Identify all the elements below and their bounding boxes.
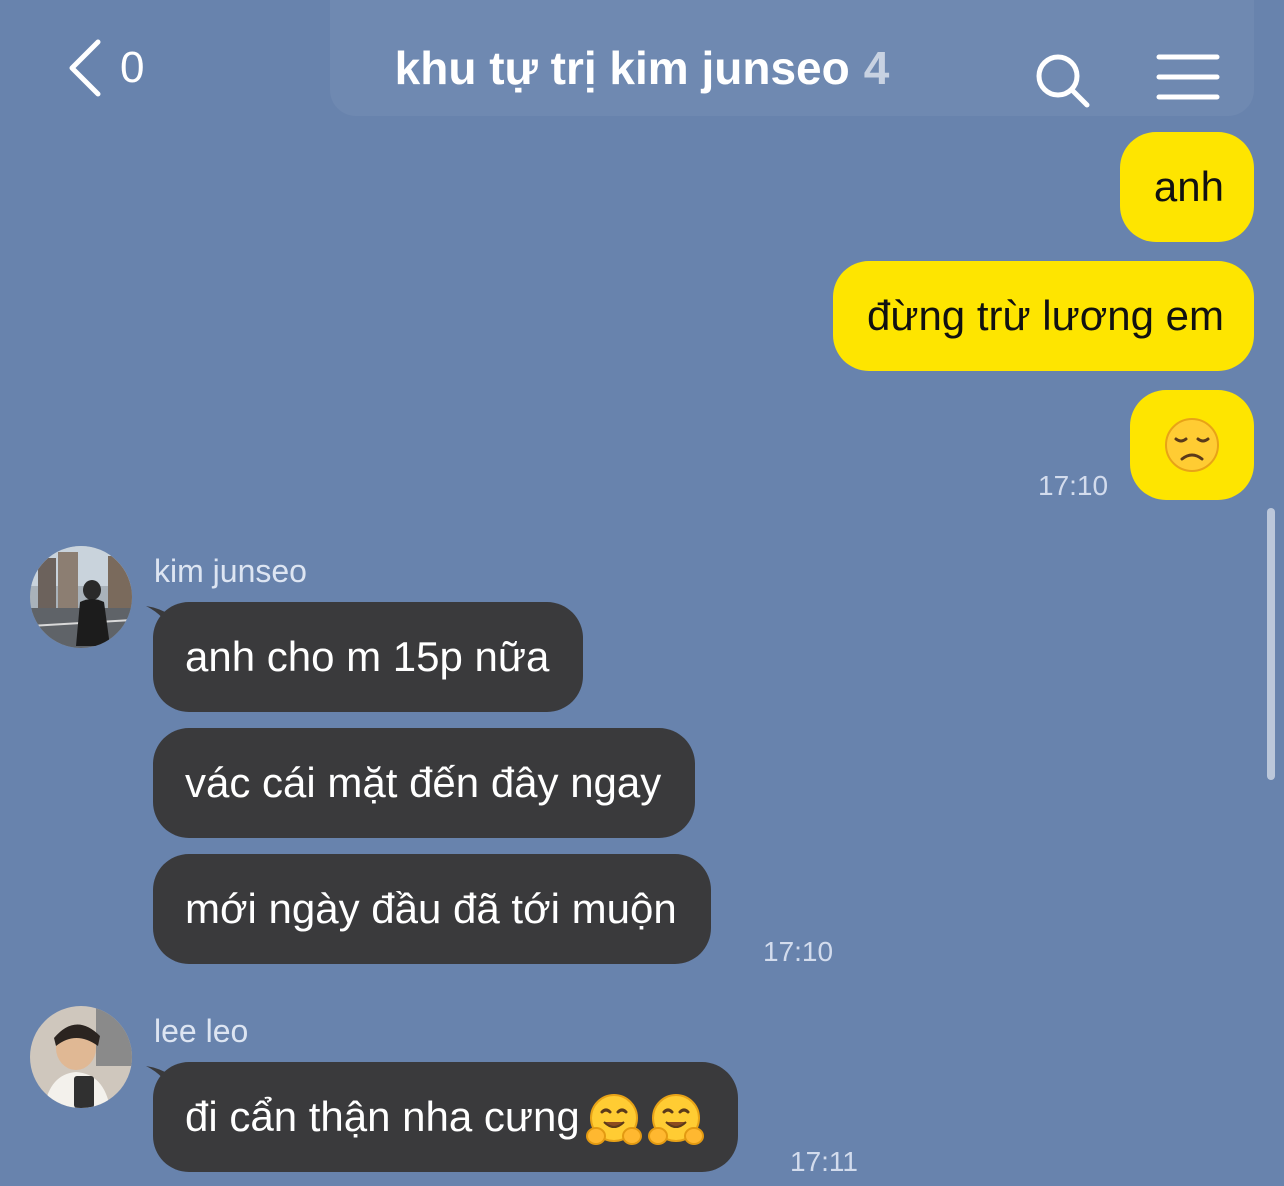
search-icon[interactable]: [1032, 50, 1092, 110]
incoming-message[interactable]: anh cho m 15p nữa: [153, 602, 584, 712]
avatar[interactable]: [30, 546, 132, 648]
disappointed-face-emoji: [1165, 418, 1219, 472]
avatar[interactable]: [30, 1006, 132, 1108]
member-count: 4: [863, 42, 890, 94]
back-button[interactable]: 0: [66, 38, 156, 98]
outgoing-message[interactable]: đừng trừ lương em: [832, 261, 1254, 371]
sender-name: kim junseo: [154, 553, 307, 589]
hugging-face-emoji: [647, 1093, 704, 1145]
incoming-message[interactable]: mới ngày đầu đã tới muộn: [153, 854, 711, 964]
incoming-message[interactable]: đi cẩn thận nha cưng: [153, 1062, 738, 1172]
chevron-left-icon: [69, 39, 101, 97]
scrollbar[interactable]: [1267, 508, 1275, 780]
outgoing-emoji-message[interactable]: [1130, 390, 1254, 500]
profile-photo: [30, 1006, 132, 1108]
sender-name: lee leo: [154, 1013, 249, 1049]
incoming-message[interactable]: vác cái mặt đến đây ngay: [153, 728, 696, 838]
message-text: đi cẩn thận nha cưng: [185, 1093, 580, 1140]
hamburger-menu-icon[interactable]: [1156, 52, 1220, 102]
chat-title-text: khu tự trị kim junseo: [394, 42, 850, 94]
hugging-face-emoji: [585, 1093, 642, 1145]
profile-photo: [30, 546, 132, 648]
chat-title: khu tự trị kim junseo 4: [330, 40, 954, 96]
outgoing-message[interactable]: anh: [1119, 132, 1254, 242]
unread-count: 0: [120, 43, 145, 92]
message-timestamp: 17:10: [763, 936, 834, 967]
message-timestamp: 17:10: [1038, 470, 1109, 501]
message-timestamp: 17:11: [790, 1146, 858, 1177]
